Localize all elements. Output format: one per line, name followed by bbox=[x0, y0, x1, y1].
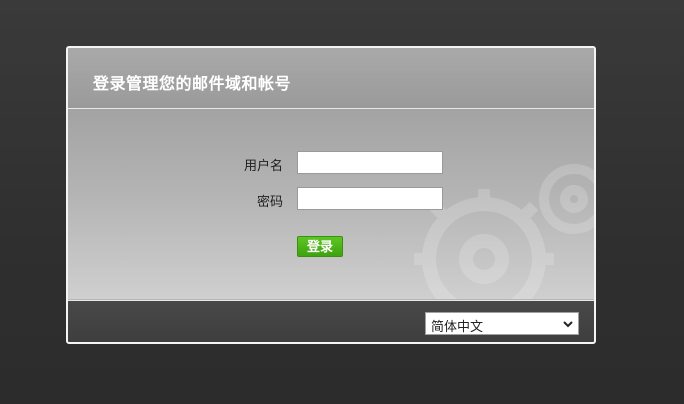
panel-footer: 简体中文 bbox=[68, 300, 594, 342]
login-button[interactable]: 登录 bbox=[297, 236, 343, 257]
username-label: 用户名 bbox=[243, 158, 283, 173]
login-panel: 登录管理您的邮件域和帐号 用户名 密码 登录 简体中文 bbox=[66, 46, 596, 344]
password-row: 密码 bbox=[68, 187, 594, 213]
gears-icon bbox=[414, 164, 594, 299]
login-form: 用户名 密码 登录 bbox=[68, 109, 594, 299]
chevron-down-icon bbox=[563, 321, 573, 328]
password-label: 密码 bbox=[256, 194, 283, 209]
username-row: 用户名 bbox=[68, 151, 594, 177]
page-title: 登录管理您的邮件域和帐号 bbox=[93, 76, 292, 93]
language-select-value: 简体中文 bbox=[431, 319, 484, 334]
username-input[interactable] bbox=[297, 151, 443, 174]
panel-header: 登录管理您的邮件域和帐号 bbox=[68, 48, 594, 109]
password-input[interactable] bbox=[297, 187, 443, 210]
language-select[interactable]: 简体中文 bbox=[425, 312, 579, 335]
